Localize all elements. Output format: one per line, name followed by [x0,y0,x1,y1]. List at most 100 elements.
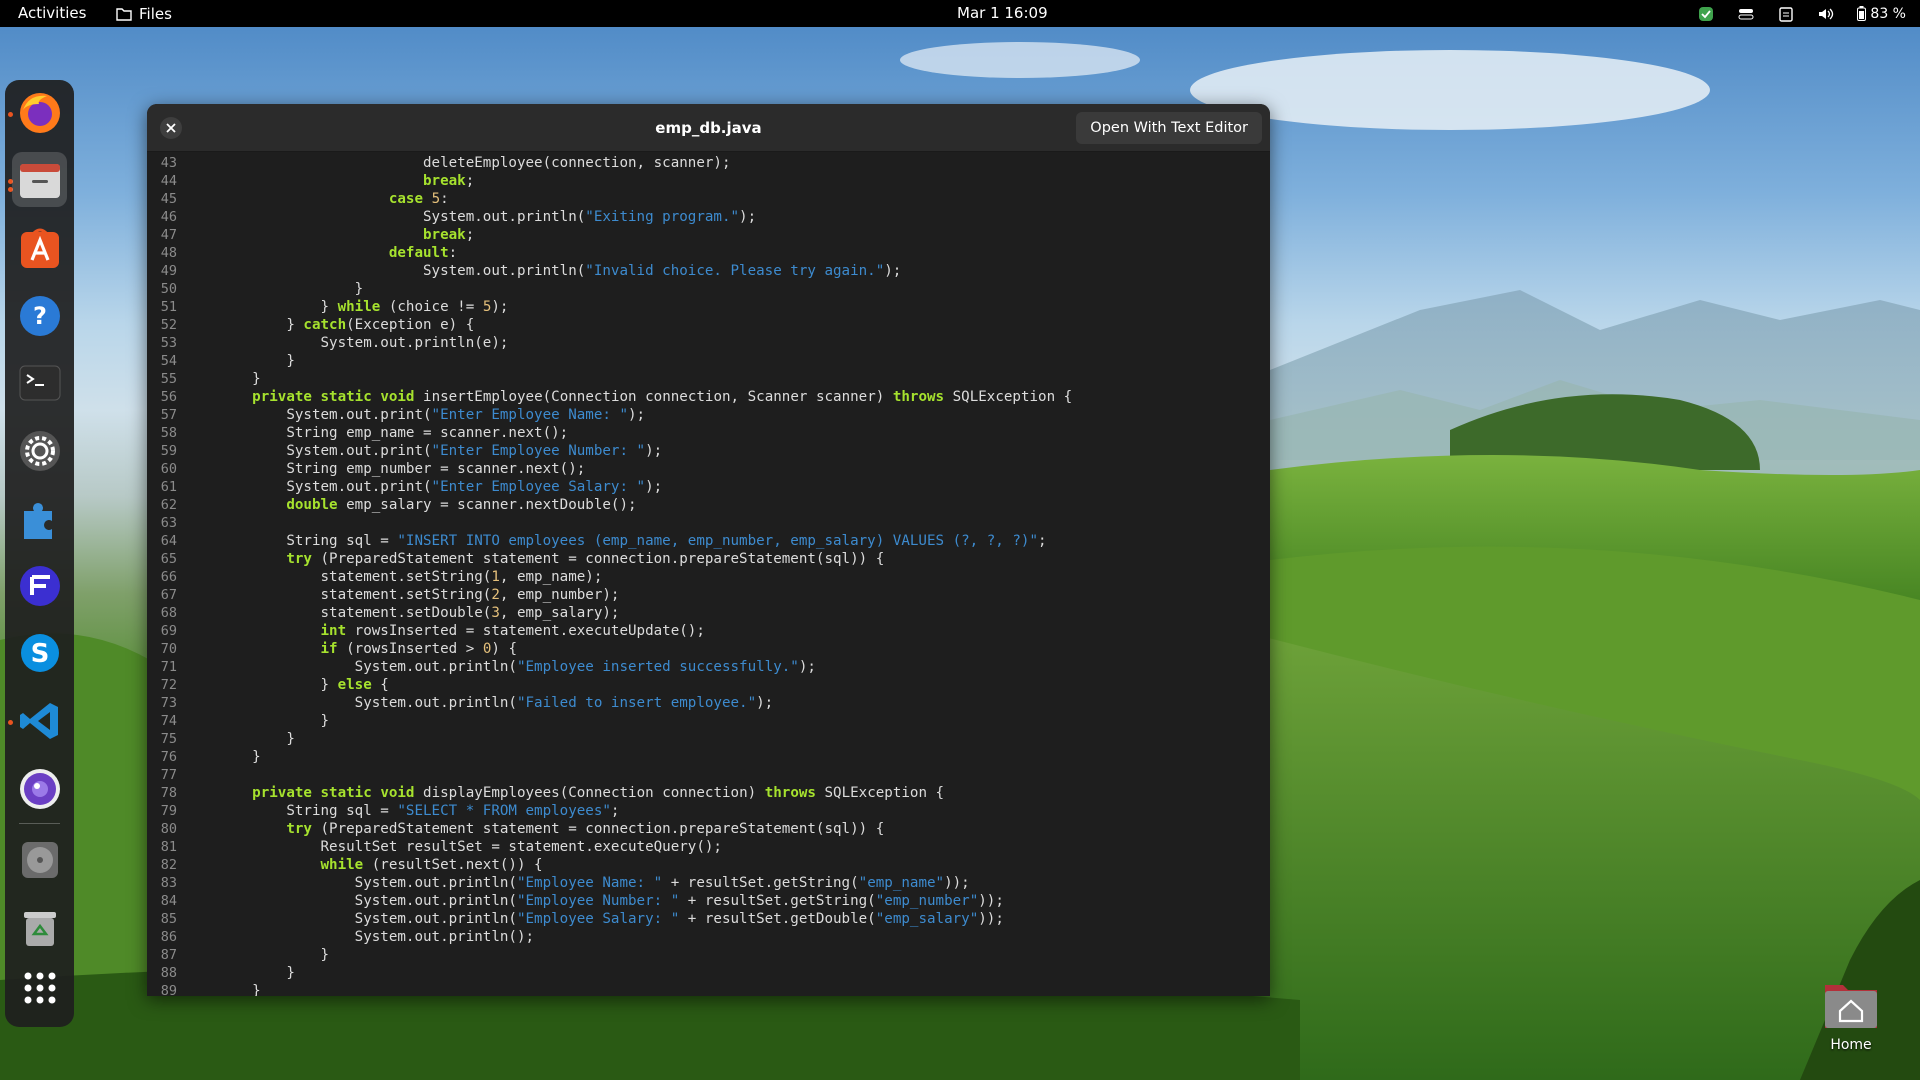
code-line: 59 System.out.print("Enter Employee Numb… [147,442,1270,460]
line-text: } [218,983,261,996]
line-number: 59 [160,443,177,459]
code-view[interactable]: 43 deleteEmployee(connection, scanner); 4… [147,152,1270,996]
code-line: 52 } catch(Exception e) { [147,316,1270,334]
line-text: try (PreparedStatement statement = conne… [286,551,885,567]
files-icon [19,163,60,198]
skype-icon: S [20,633,59,672]
line-number: 76 [160,749,177,765]
code-line: 72 } else { [147,676,1270,694]
line-number: 52 [160,317,177,333]
line-number: 50 [160,281,177,297]
terminal-icon [19,365,60,400]
line-number: 63 [160,515,177,531]
line-text: String emp_number = scanner.next(); [218,461,586,477]
code-line: 53 System.out.println(e); [147,334,1270,352]
clipboard-icon[interactable] [1777,5,1795,23]
line-text: if (rowsInserted > 0) { [320,641,517,657]
line-number: 48 [160,245,177,261]
line-number: 74 [160,713,177,729]
battery-indicator[interactable]: 83 % [1857,6,1906,22]
code-line: 77 [147,766,1270,784]
code-line: 86 System.out.println(); [147,928,1270,946]
dock-firefox[interactable] [12,85,67,140]
line-number: 58 [160,425,177,441]
line-text: try (PreparedStatement statement = conne… [286,821,885,837]
updates-icon[interactable] [1697,5,1715,23]
vscode-icon [19,702,58,739]
code-line: 60 String emp_number = scanner.next(); [147,460,1270,478]
open-with-text-editor-button[interactable]: Open With Text Editor [1076,112,1262,144]
dock-disc[interactable] [12,832,67,887]
line-text: while (resultSet.next()) { [320,857,543,873]
dock-webcam[interactable] [12,761,67,816]
line-text: System.out.println(); [218,929,535,945]
line-text: String sql = "INSERT INTO employees (emp… [218,533,1047,549]
close-button[interactable] [160,117,182,139]
desktop-home-label: Home [1830,1037,1872,1053]
line-text: double emp_salary = scanner.nextDouble()… [286,497,637,513]
activities-button[interactable]: Activities [18,0,86,27]
disc-icon [21,841,58,878]
line-text: } [218,371,261,387]
svg-text:?: ? [33,302,47,330]
line-text: } while (choice != 5); [218,299,509,315]
line-text: private static void insertEmployee(Conne… [252,389,1073,405]
dock-app[interactable] [12,558,67,613]
clock[interactable]: Mar 1 16:09 [957,0,1048,27]
dock-vscode[interactable] [12,693,67,748]
line-number: 73 [160,695,177,711]
line-number: 69 [160,623,177,639]
line-number: 67 [160,587,177,603]
line-number: 60 [160,461,177,477]
line-number: 80 [160,821,177,837]
line-number: 82 [160,857,177,873]
dock-files[interactable] [12,152,67,207]
svg-text:S: S [30,639,49,669]
code-line: 49 System.out.println("Invalid choice. P… [147,262,1270,280]
code-line: 81 ResultSet resultSet = statement.execu… [147,838,1270,856]
system-tray[interactable]: 83 % [1697,0,1906,27]
line-number: 43 [160,155,177,171]
dock-skype[interactable]: S [12,625,67,680]
dock: ? S [5,80,74,1027]
line-text: statement.setString(2, emp_number); [218,587,620,603]
line-text: break; [423,173,475,189]
line-number: 83 [160,875,177,891]
line-number: 47 [160,227,177,243]
line-text: } [218,749,261,765]
code-line: 68 statement.setDouble(3, emp_salary); [147,604,1270,622]
code-line: 47 break; [147,226,1270,244]
volume-icon[interactable] [1817,5,1835,23]
line-text: System.out.println("Employee Number: " +… [218,893,1004,909]
code-line: 69 int rowsInserted = statement.executeU… [147,622,1270,640]
show-apps-icon [24,972,55,1003]
dock-settings[interactable] [12,423,67,478]
code-line: 82 while (resultSet.next()) { [147,856,1270,874]
app-center-icon [20,228,59,268]
code-line: 85 System.out.println("Employee Salary: … [147,910,1270,928]
dock-help[interactable]: ? [12,288,67,343]
line-number: 85 [160,911,177,927]
line-text: } [218,947,330,963]
show-apps-button[interactable] [12,960,67,1015]
line-number: 53 [160,335,177,351]
line-number: 70 [160,641,177,657]
dock-terminal[interactable] [12,355,67,410]
dock-extensions[interactable] [12,491,67,546]
code-line: 54 } [147,352,1270,370]
line-text: deleteEmployee(connection, scanner); [218,155,731,171]
line-number: 77 [160,767,177,783]
line-text: System.out.println("Employee Name: " + r… [218,875,970,891]
line-text: private static void displayEmployees(Con… [252,785,945,801]
code-line: 87 } [147,946,1270,964]
dock-app-center[interactable] [12,220,67,275]
dock-trash[interactable] [12,900,67,955]
code-line: 88 } [147,964,1270,982]
app-menu-files[interactable]: Files [116,0,172,27]
folder-icon [116,7,132,21]
toggle-icon[interactable] [1737,5,1755,23]
code-line: 55 } [147,370,1270,388]
line-number: 78 [160,785,177,801]
line-number: 45 [160,191,177,207]
trash-icon [23,911,56,946]
